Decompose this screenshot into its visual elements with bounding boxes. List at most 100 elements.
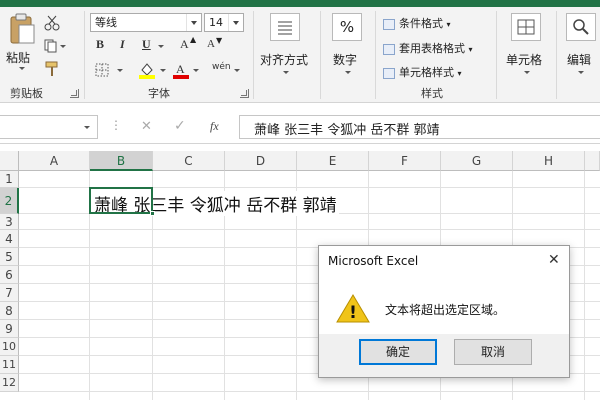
fill-color-dropdown-icon[interactable]: [160, 69, 166, 72]
cancel-button[interactable]: 取消: [454, 339, 532, 365]
svg-text:A: A: [176, 62, 185, 76]
confirm-entry-icon[interactable]: ✓: [174, 118, 186, 134]
styles-group-label: 样式: [421, 87, 443, 100]
chevron-down-icon: ▾: [468, 45, 473, 54]
shrink-font-button[interactable]: A: [207, 38, 215, 50]
column-header-e[interactable]: E: [297, 151, 369, 171]
cell-styles-label: 单元格样式: [399, 66, 454, 79]
conditional-formatting-label: 条件格式: [399, 17, 443, 30]
row-header-2[interactable]: 2: [0, 188, 19, 214]
dialog-title: Microsoft Excel: [328, 254, 419, 268]
number-label: 数字: [333, 53, 358, 67]
ok-button[interactable]: 确定: [359, 339, 437, 365]
dialog-close-button[interactable]: ✕: [548, 252, 560, 268]
column-header-d[interactable]: D: [225, 151, 297, 171]
row-header-12[interactable]: 12: [0, 374, 19, 392]
row-header-5[interactable]: 5: [0, 248, 19, 266]
chevron-down-icon: ▾: [457, 69, 462, 78]
column-header-g[interactable]: G: [441, 151, 513, 171]
copy-icon[interactable]: [44, 39, 66, 53]
divider: [320, 11, 321, 99]
row-header-4[interactable]: 4: [0, 230, 19, 248]
editing-button[interactable]: 编辑: [562, 13, 600, 83]
fill-handle[interactable]: [150, 211, 155, 216]
underline-dropdown-icon[interactable]: [158, 45, 164, 48]
selected-cell-b2[interactable]: [89, 187, 153, 214]
underline-button[interactable]: U: [142, 37, 151, 52]
column-header-c[interactable]: C: [153, 151, 225, 171]
column-header-b[interactable]: B: [90, 151, 153, 171]
warning-dialog: Microsoft Excel ✕ ! 文本将超出选定区域。 确定 取消: [318, 245, 570, 378]
cancel-entry-icon[interactable]: ✕: [141, 119, 152, 134]
format-as-table-label: 套用表格格式: [399, 42, 465, 55]
name-box[interactable]: [0, 115, 98, 139]
borders-icon[interactable]: [95, 63, 109, 77]
percent-icon: %: [332, 13, 362, 41]
format-painter-icon[interactable]: [44, 61, 60, 77]
divider: [496, 11, 497, 99]
clipboard-launcher-icon[interactable]: [70, 89, 79, 98]
font-size-value: 14: [209, 16, 223, 29]
formula-bar-grip-icon: ⋮: [110, 118, 122, 132]
paste-button[interactable]: 粘贴: [4, 13, 40, 73]
insert-function-button[interactable]: fx: [210, 119, 219, 134]
cells-icon: [511, 13, 541, 41]
row-header-10[interactable]: 10: [0, 338, 19, 356]
grow-font-button[interactable]: A: [180, 37, 189, 52]
fill-color-icon[interactable]: [138, 61, 156, 79]
chevron-down-icon: ▾: [446, 20, 451, 29]
cell-styles-button[interactable]: 单元格样式 ▾: [383, 64, 462, 80]
divider: [556, 11, 557, 99]
cells-button[interactable]: 单元格: [502, 13, 550, 83]
row-header-6[interactable]: 6: [0, 266, 19, 284]
italic-button[interactable]: I: [120, 37, 125, 52]
font-size-dropdown-icon[interactable]: [228, 14, 243, 31]
format-as-table-button[interactable]: 套用表格格式 ▾: [383, 40, 473, 56]
alignment-label: 对齐方式: [260, 53, 309, 67]
conditional-formatting-icon: [383, 18, 395, 30]
font-color-dropdown-icon[interactable]: [193, 69, 199, 72]
conditional-formatting-button[interactable]: 条件格式 ▾: [383, 15, 451, 31]
search-icon: [566, 13, 596, 41]
row-header-3[interactable]: 3: [0, 214, 19, 230]
cell-styles-icon: [383, 67, 395, 79]
font-name-dropdown-icon[interactable]: [186, 14, 201, 31]
warning-icon: !: [336, 294, 370, 323]
gap-strip: [0, 144, 600, 151]
alignment-button[interactable]: 对齐方式: [258, 13, 314, 83]
phonetic-dropdown-icon[interactable]: [234, 69, 240, 72]
row-header-1[interactable]: 1: [0, 171, 19, 188]
number-dropdown-icon: [345, 71, 351, 74]
name-box-dropdown-icon[interactable]: [84, 126, 90, 129]
row-header-8[interactable]: 8: [0, 302, 19, 320]
font-color-icon[interactable]: A: [172, 61, 190, 79]
column-header-h[interactable]: H: [513, 151, 585, 171]
divider: [253, 11, 254, 99]
font-group-label: 字体: [148, 87, 170, 100]
divider: [84, 11, 85, 99]
ribbon: 粘贴 剪贴板 等线 14 B I U A ▲ A ▼ A wén 字体 对齐方式…: [0, 7, 600, 103]
borders-dropdown-icon[interactable]: [117, 69, 123, 72]
paste-label: 粘贴: [6, 51, 31, 65]
column-header-a[interactable]: A: [19, 151, 90, 171]
gridline: [584, 171, 585, 400]
cut-icon[interactable]: [44, 15, 60, 31]
formula-input[interactable]: 萧峰 张三丰 令狐冲 岳不群 郭靖: [239, 115, 600, 139]
row-header-9[interactable]: 9: [0, 320, 19, 338]
bold-button[interactable]: B: [96, 37, 104, 52]
cells-dropdown-icon: [524, 71, 530, 74]
font-launcher-icon[interactable]: [240, 89, 249, 98]
font-size-combo[interactable]: 14: [204, 13, 244, 32]
paste-dropdown-icon[interactable]: [19, 67, 25, 70]
select-all-corner[interactable]: [0, 151, 19, 171]
warning-glyph: !: [349, 303, 357, 323]
row-header-7[interactable]: 7: [0, 284, 19, 302]
cells-label: 单元格: [506, 53, 543, 67]
font-name-combo[interactable]: 等线: [90, 13, 202, 32]
alignment-dropdown-icon: [283, 71, 289, 74]
formula-input-value: 萧峰 张三丰 令狐冲 岳不群 郭靖: [254, 123, 440, 138]
column-header-f[interactable]: F: [369, 151, 441, 171]
row-header-11[interactable]: 11: [0, 356, 19, 374]
phonetic-button[interactable]: wén: [212, 62, 231, 72]
number-button[interactable]: % 数字: [326, 13, 370, 83]
